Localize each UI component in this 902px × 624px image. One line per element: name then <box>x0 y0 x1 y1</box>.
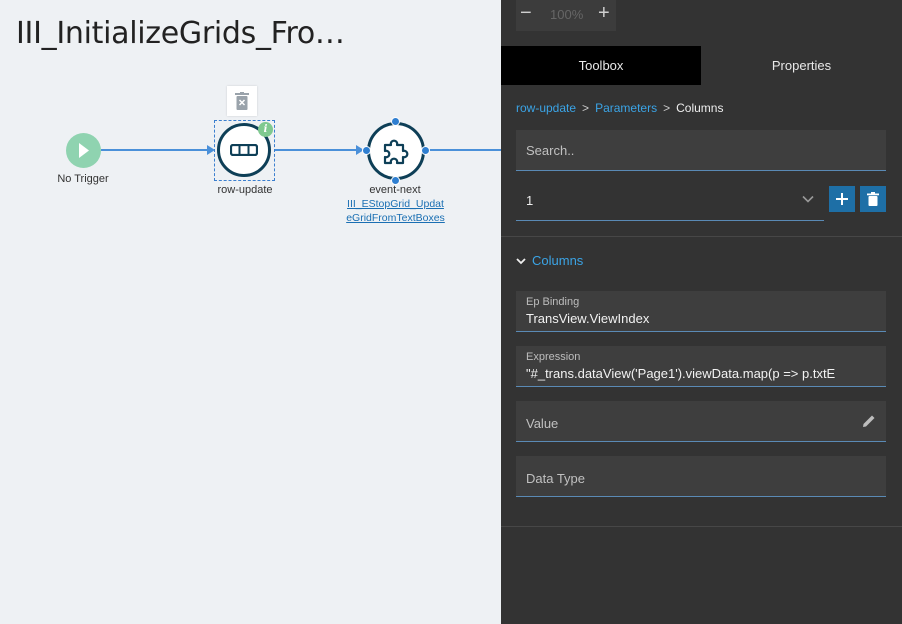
tab-toolbox[interactable]: Toolbox <box>501 46 701 85</box>
ep-binding-label: Ep Binding <box>526 296 580 308</box>
flow-canvas[interactable]: III_InitializeGrids_Fro… No Trigger i ro… <box>0 0 501 624</box>
connector-event-next-out <box>427 149 501 151</box>
breadcrumb-separator: > <box>582 101 590 115</box>
delete-node-button[interactable] <box>227 86 257 116</box>
expression-field[interactable]: Expression "#_trans.dataView('Page1').vi… <box>516 346 886 387</box>
zoom-control: − 100% + <box>516 0 616 31</box>
search-input[interactable]: Search.. <box>516 130 886 171</box>
row-update-label: row-update <box>217 184 273 196</box>
columns-section-toggle[interactable]: Columns <box>516 253 583 268</box>
columns-section-title: Columns <box>532 253 584 268</box>
event-next-target-link[interactable]: III_EStopGrid_UpdateGridFromTextBoxes <box>346 198 445 225</box>
ep-binding-field[interactable]: Ep Binding TransView.ViewIndex <box>516 291 886 332</box>
value-field[interactable]: Value <box>516 401 886 442</box>
search-placeholder: Search.. <box>526 143 575 158</box>
delete-icon <box>867 192 879 206</box>
event-next-node[interactable] <box>367 122 425 180</box>
breadcrumb: row-update > Parameters > Columns <box>516 101 723 115</box>
puzzle-icon <box>383 139 409 165</box>
zoom-out-button[interactable]: − <box>520 2 532 25</box>
add-column-button[interactable] <box>829 186 855 212</box>
data-type-field[interactable]: Data Type <box>516 456 886 497</box>
delete-column-button[interactable] <box>860 186 886 212</box>
divider <box>501 526 902 527</box>
zoom-level: 100% <box>550 7 584 22</box>
data-type-placeholder: Data Type <box>526 471 586 486</box>
trash-icon <box>235 92 249 110</box>
node-handle-right[interactable] <box>421 146 430 155</box>
chevron-down-icon <box>802 195 814 203</box>
zoom-in-button[interactable]: + <box>598 2 610 25</box>
edit-icon[interactable] <box>862 414 876 428</box>
row-update-icon <box>230 144 258 156</box>
ep-binding-value: TransView.ViewIndex <box>526 311 650 326</box>
breadcrumb-parameters[interactable]: Parameters <box>595 101 657 115</box>
chevron-down-icon <box>516 258 526 265</box>
trigger-node[interactable] <box>66 133 101 168</box>
play-icon <box>79 143 89 158</box>
column-index-value: 1 <box>526 193 534 208</box>
value-placeholder: Value <box>526 416 559 431</box>
panel-tabs: Toolbox Properties <box>501 46 902 85</box>
flow-title: III_InitializeGrids_Fro… <box>16 16 345 51</box>
breadcrumb-row-update[interactable]: row-update <box>516 101 576 115</box>
node-handle-top[interactable] <box>391 117 400 126</box>
connector-row-update-to-event-next <box>275 149 361 151</box>
ep-binding-value-wrap: TransView.ViewIndex <box>526 311 876 326</box>
trigger-label: No Trigger <box>57 173 109 185</box>
event-next-label: event-next <box>369 184 421 196</box>
node-handle-left[interactable] <box>362 146 371 155</box>
plus-icon <box>836 193 848 205</box>
breadcrumb-current: Columns <box>676 101 724 115</box>
tab-properties[interactable]: Properties <box>701 46 902 85</box>
breadcrumb-separator: > <box>663 101 671 115</box>
column-index-select[interactable]: 1 <box>516 181 824 221</box>
info-icon[interactable]: i <box>258 122 273 137</box>
expression-value: "#_trans.dataView('Page1').viewData.map(… <box>526 366 836 381</box>
divider <box>501 236 902 237</box>
expression-label: Expression <box>526 351 581 363</box>
properties-panel: − 100% + Toolbox Properties row-update > P… <box>501 0 902 624</box>
connector-trigger-to-row-update <box>101 149 212 151</box>
